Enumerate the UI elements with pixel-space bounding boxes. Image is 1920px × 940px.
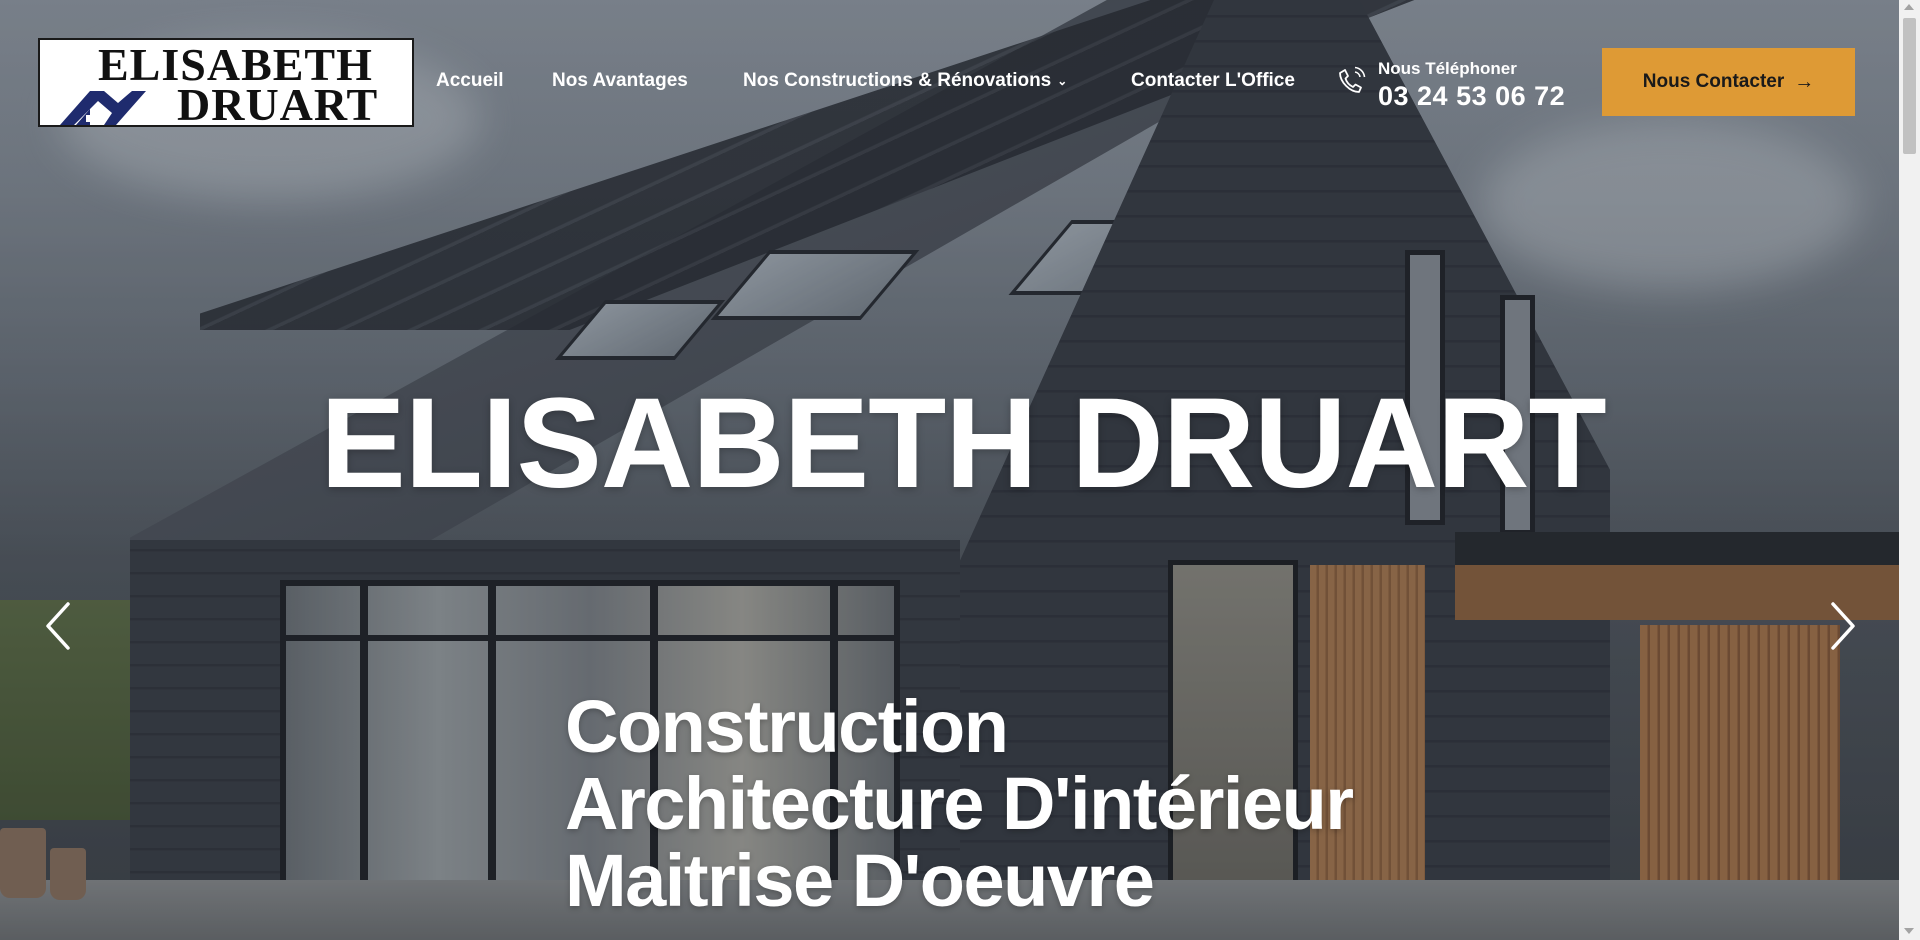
site-logo[interactable]: ELISABETH DRUART — [38, 38, 414, 127]
hero-line-maitrise: Maitrise D'oeuvre — [565, 839, 1155, 922]
nav-contact-office[interactable]: Contacter L'Office — [1131, 70, 1295, 92]
scrollbar-thumb[interactable] — [1903, 18, 1916, 154]
scroll-down-icon[interactable] — [1904, 928, 1914, 934]
logo-line2: DRUART — [177, 79, 379, 127]
nav-avantages[interactable]: Nos Avantages — [552, 70, 688, 92]
phone-number[interactable]: 03 24 53 06 72 — [1378, 81, 1565, 112]
hero-title: ELISABETH DRUART — [320, 372, 1606, 515]
contact-button-label: Nous Contacter — [1642, 71, 1785, 92]
chevron-left-icon — [46, 602, 70, 650]
chevron-right-icon — [1831, 602, 1855, 650]
nav-constructions-label: Nos Constructions & Rénovations — [743, 70, 1052, 91]
slider-next-button[interactable] — [1823, 598, 1863, 654]
arrow-right-icon: → — [1794, 70, 1815, 93]
phone-ringing-icon — [1339, 66, 1366, 93]
chevron-down-icon: ⌄ — [1057, 73, 1068, 88]
nav-accueil[interactable]: Accueil — [436, 70, 504, 92]
hero-line-architecture: Architecture D'intérieur — [565, 762, 1354, 845]
scroll-up-icon[interactable] — [1904, 4, 1914, 10]
slider-prev-button[interactable] — [38, 598, 78, 654]
phone-label: Nous Téléphoner — [1378, 59, 1517, 78]
hero-line-construction: Construction — [565, 685, 1009, 768]
contact-button[interactable]: Nous Contacter → — [1602, 48, 1855, 116]
nav-constructions[interactable]: Nos Constructions & Rénovations ⌄ — [743, 70, 1067, 92]
hero-subtitles: Construction Architecture D'intérieur Ma… — [565, 685, 1354, 922]
